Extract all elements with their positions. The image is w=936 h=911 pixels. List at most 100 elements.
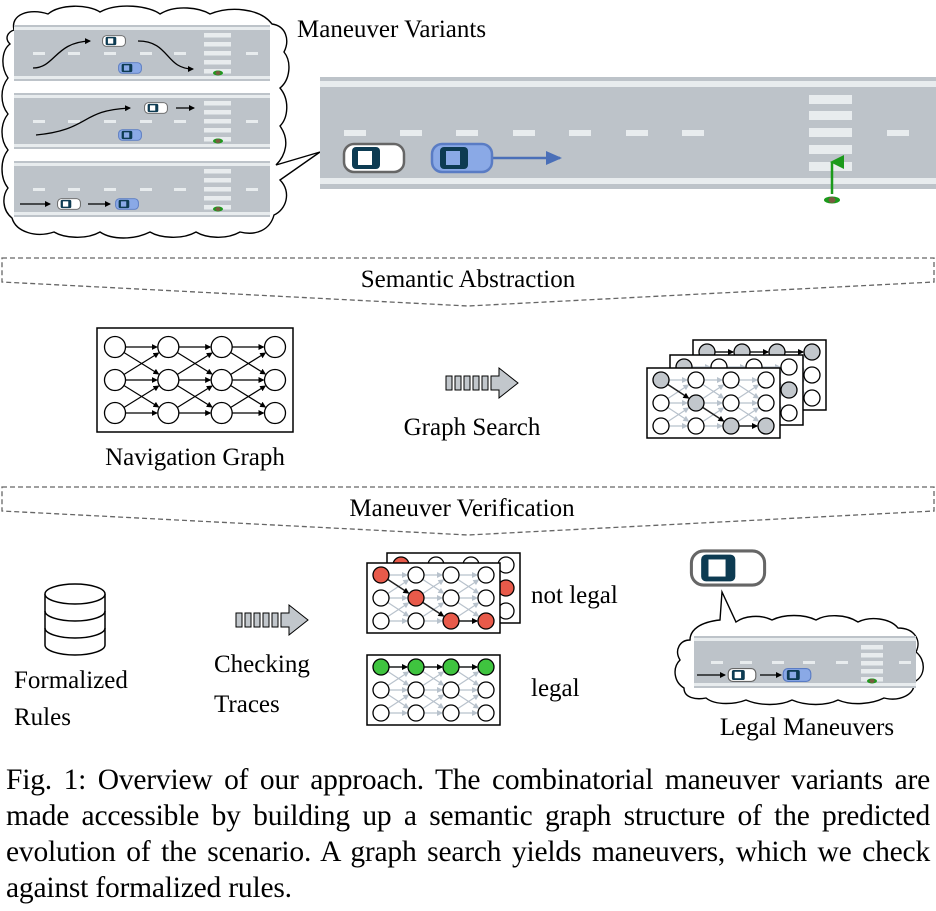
graph-node (477, 658, 495, 676)
ego-car-icon (342, 142, 406, 174)
not-legal-label: not legal (531, 582, 618, 609)
graph-node (687, 371, 705, 389)
graph-node (407, 681, 425, 699)
graph-node (652, 394, 670, 412)
checking-traces-label-2: Traces (214, 691, 280, 718)
graph-node (407, 566, 425, 584)
graph-node (757, 394, 775, 412)
graph-node (722, 394, 740, 412)
legal-maneuvers-cloud (674, 549, 924, 706)
graph-node (477, 566, 495, 584)
database-icon (44, 583, 106, 656)
other-car-icon (118, 62, 142, 74)
formalized-rules-label-1: Formalized (14, 667, 128, 694)
graph-node (722, 371, 740, 389)
pedestrian-icon (213, 70, 223, 76)
arrow-segment (454, 375, 462, 391)
graph-node (780, 381, 798, 399)
graph-node (477, 612, 495, 630)
maneuver-variants-cloud (1, 5, 321, 239)
semantic-abstraction-banner: Semantic Abstraction (1, 257, 935, 307)
overview-figure: Maneuver Variants Semantic Abstraction N… (1, 5, 936, 741)
graph-node (442, 612, 460, 630)
search-result-graphs (646, 339, 827, 439)
graph-node (407, 704, 425, 722)
graph-node (372, 681, 390, 699)
ego-car-icon (57, 198, 81, 210)
other-car-icon (782, 667, 812, 683)
illegal-graph-1 (366, 562, 501, 634)
semantic-abstraction-label: Semantic Abstraction (361, 266, 576, 293)
graph-node (803, 366, 821, 384)
legal-maneuvers-label: Legal Maneuvers (720, 714, 894, 741)
graph-node (442, 681, 460, 699)
ego-car-icon (727, 667, 757, 683)
navigation-graph (96, 327, 294, 433)
graph-node (477, 704, 495, 722)
graph-node (103, 335, 127, 359)
graph-node (372, 589, 390, 607)
checking-traces-label-1: Checking (214, 651, 310, 678)
graph-node (780, 404, 798, 422)
figure-caption: Fig. 1: Overview of our approach. The co… (6, 764, 930, 904)
other-car-icon (118, 129, 142, 141)
arrow-segment (463, 375, 471, 391)
arrow-segment (235, 612, 243, 628)
graph-search-label: Graph Search (404, 414, 541, 441)
scenario-road (320, 77, 936, 204)
arrow-segment (481, 375, 489, 391)
graph-node (103, 368, 127, 392)
legal-trace-graph (366, 654, 501, 726)
graph-node (103, 401, 127, 425)
graph-node (442, 658, 460, 676)
navigation-graph-label: Navigation Graph (105, 444, 285, 471)
arrow-head (280, 603, 309, 637)
graph-node (442, 704, 460, 722)
pedestrian-icon (824, 196, 840, 204)
pedestrian-icon (213, 206, 223, 212)
arrow-segment (253, 612, 261, 628)
graph-search-arrow-icon (445, 366, 519, 400)
legal-graph (366, 654, 501, 726)
graph-node (757, 417, 775, 435)
ego-car-icon (102, 35, 126, 47)
search-graph-1 (646, 367, 781, 439)
graph-node (757, 371, 775, 389)
graph-node (442, 589, 460, 607)
graph-node (157, 401, 180, 425)
pedestrian-icon (867, 678, 877, 684)
ego-car-icon (689, 549, 767, 587)
maneuver-verification-label: Maneuver Verification (349, 495, 575, 522)
maneuver-verification-banner: Maneuver Verification (1, 486, 935, 536)
graph-node (372, 658, 390, 676)
pedestrian-icon (213, 138, 223, 144)
graph-node (652, 371, 670, 389)
arrow-segment (244, 612, 252, 628)
graph-node (687, 394, 705, 412)
graph-node (263, 368, 287, 392)
other-car-icon (430, 142, 494, 174)
arrow-segment (472, 375, 480, 391)
ego-car-icon (144, 102, 168, 114)
graph-node (442, 566, 460, 584)
arrow-segment (271, 612, 279, 628)
other-car-icon (115, 198, 139, 210)
graph-node (372, 566, 390, 584)
graph-node (263, 401, 287, 425)
graph-node (803, 343, 821, 361)
graph-node (722, 417, 740, 435)
graph-node (157, 368, 180, 392)
arrow-head (490, 366, 519, 400)
graph-node (477, 589, 495, 607)
graph-node (780, 358, 798, 376)
graph-node (652, 417, 670, 435)
legal-label: legal (531, 675, 580, 702)
navigation-graph-diagram (96, 327, 294, 433)
graph-node (477, 681, 495, 699)
graph-node (407, 612, 425, 630)
graph-node (210, 368, 233, 392)
graph-node (407, 589, 425, 607)
maneuver-variants-title: Maneuver Variants (297, 16, 486, 43)
graph-node (263, 335, 287, 359)
arrow-segment (445, 375, 453, 391)
